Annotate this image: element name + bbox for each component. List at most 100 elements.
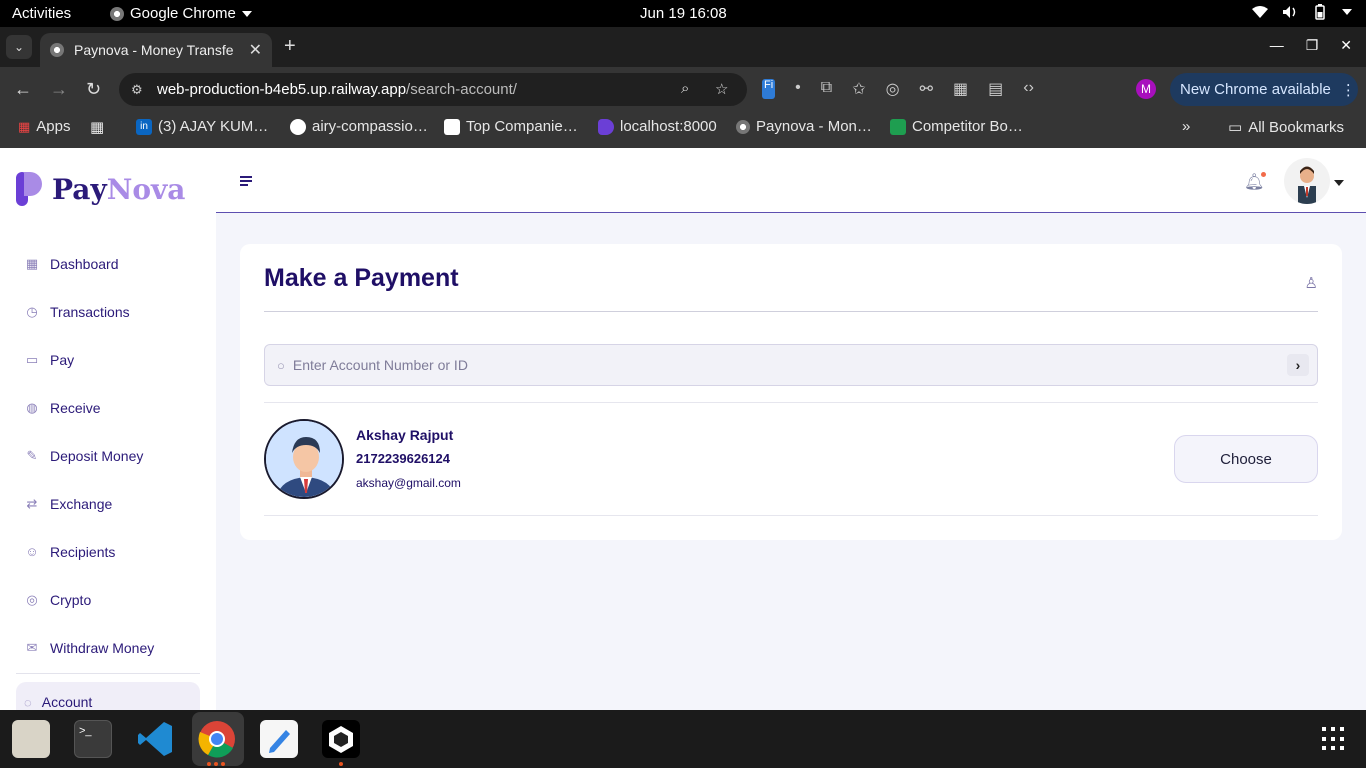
profile-avatar[interactable]: M — [1136, 79, 1156, 99]
sheets-icon — [890, 118, 906, 135]
bookmark-linkedin[interactable]: in (3) AJAY KUM… — [136, 118, 268, 135]
page-title: Make a Payment — [264, 264, 459, 292]
all-bookmarks[interactable]: ▭ All Bookmarks — [1228, 118, 1344, 137]
volume-icon — [1283, 6, 1296, 18]
code-icon[interactable]: ‹› — [1023, 79, 1034, 99]
badge-icon[interactable]: ♙ — [1305, 274, 1318, 292]
sidebar-item-withdraw-money[interactable]: ✉ Withdraw Money — [0, 624, 216, 672]
bookmark-top-companies[interactable]: Top Companie… — [444, 118, 578, 135]
sidebar-menu: ▦ Dashboard ◷ Transactions ▭ Pay ◍ Recei… — [0, 240, 216, 672]
bookmark-airy[interactable]: airy-compassio… — [290, 118, 428, 135]
vscode-app-icon[interactable] — [136, 720, 174, 758]
files-app-icon[interactable] — [12, 720, 50, 758]
bookmark-localhost[interactable]: localhost:8000 — [598, 118, 717, 135]
system-tray[interactable] — [1252, 4, 1352, 20]
kebab-menu-icon: ⋮ — [1340, 81, 1356, 99]
running-indicator — [207, 762, 225, 766]
user-avatar[interactable] — [1284, 158, 1330, 204]
new-tab-button[interactable]: + — [284, 35, 296, 58]
logo-text-pay: Pay — [52, 172, 107, 206]
hamburger-menu-icon[interactable] — [240, 176, 252, 188]
account-icon: ◌ — [24, 694, 32, 710]
back-icon[interactable]: ← — [14, 79, 32, 100]
sidebar-item-receive[interactable]: ◍ Receive — [0, 384, 216, 432]
screenshot-icon[interactable]: ◎ — [886, 79, 900, 99]
bookmark-grid[interactable]: ▦ — [90, 118, 104, 136]
qr-icon[interactable]: ▦ — [953, 79, 968, 99]
sidebar-item-crypto[interactable]: ◎ Crypto — [0, 576, 216, 624]
layout-icon[interactable]: ▤ — [988, 79, 1003, 99]
extensions-puzzle-icon[interactable]: ⧉ — [821, 79, 832, 99]
zoom-icon[interactable]: ⌕ — [681, 80, 689, 97]
chrome-app-icon[interactable] — [198, 720, 236, 758]
recipient-email: akshay@gmail.com — [356, 476, 461, 490]
app-menu-label: Google Chrome — [130, 5, 236, 22]
bookmark-paynova[interactable]: Paynova - Mon… — [736, 118, 872, 135]
url-host: web-production-b4eb5.up.railway.app — [157, 81, 407, 98]
unity-app-icon[interactable] — [322, 720, 360, 758]
history-icon: ◷ — [26, 304, 38, 319]
logo-text: PayNova — [52, 173, 185, 206]
choose-button[interactable]: Choose — [1174, 435, 1318, 483]
maximize-icon[interactable]: ❐ — [1306, 37, 1319, 54]
site-icon — [290, 118, 306, 135]
sidebar-item-label: Deposit Money — [50, 448, 144, 464]
search-submit-chevron-icon[interactable]: › — [1287, 354, 1309, 376]
minimize-icon[interactable]: — — [1270, 37, 1284, 54]
sidebar-item-label: Pay — [50, 352, 75, 368]
exchange-icon: ⇄ — [26, 496, 38, 511]
battery-icon — [1315, 4, 1325, 20]
pay-icon: ▭ — [25, 352, 39, 367]
close-icon[interactable]: ✕ — [249, 40, 262, 60]
sidebar-item-label: Receive — [50, 400, 101, 416]
bookmarks-overflow-icon[interactable]: » — [1182, 118, 1190, 135]
extension-fi-icon[interactable]: Fi — [762, 79, 776, 99]
wifi-icon — [1252, 6, 1268, 18]
bookmark-label: Apps — [36, 118, 71, 135]
chevron-down-icon[interactable] — [1334, 180, 1344, 186]
forward-icon[interactable]: → — [50, 79, 68, 100]
notification-bell-icon[interactable]: 🔔︎ — [1244, 172, 1267, 192]
url-path: /search-account/ — [406, 81, 517, 98]
globe-icon — [50, 43, 64, 57]
sidebar-item-dashboard[interactable]: ▦ Dashboard — [0, 240, 216, 288]
reload-icon[interactable]: ↻ — [86, 79, 101, 100]
tab-search-button[interactable]: ⌄ — [6, 35, 32, 59]
show-apps-grid-icon[interactable] — [1322, 727, 1346, 751]
extension-dot-icon[interactable]: • — [795, 79, 801, 99]
apps-grid-icon: ▦ — [18, 118, 31, 134]
bookmark-star-icon[interactable]: ☆ — [715, 80, 728, 98]
sidebar-item-deposit-money[interactable]: ✎ Deposit Money — [0, 432, 216, 480]
clock[interactable]: Jun 19 16:08 — [640, 5, 727, 22]
browser-tab-active[interactable]: Paynova - Money Transfe ✕ — [40, 33, 272, 67]
recipient-name: Akshay Rajput — [356, 427, 454, 443]
sidebar-item-transactions[interactable]: ◷ Transactions — [0, 288, 216, 336]
activities-button[interactable]: Activities — [12, 5, 71, 22]
favorites-icon[interactable]: ✩ — [852, 79, 865, 99]
site-info-icon[interactable]: ⚙ — [131, 82, 143, 98]
link-icon[interactable]: ⚯ — [920, 79, 933, 99]
sidebar-item-recipients[interactable]: ☺ Recipients — [0, 528, 216, 576]
sidebar-item-exchange[interactable]: ⇄ Exchange — [0, 480, 216, 528]
app-menu[interactable]: Google Chrome — [110, 5, 252, 22]
address-bar[interactable]: ⚙ web-production-b4eb5.up.railway.app/se… — [119, 73, 747, 106]
sidebar-item-label: Account — [41, 694, 93, 710]
text-editor-app-icon[interactable] — [260, 720, 298, 758]
chrome-update-button[interactable]: New Chrome available ⋮ — [1170, 73, 1358, 106]
close-window-icon[interactable]: ✕ — [1340, 37, 1352, 54]
bookmark-competitor[interactable]: Competitor Bo… — [890, 118, 1023, 135]
page-header: 🔔︎ — [216, 148, 1366, 213]
sidebar-item-pay[interactable]: ▭ Pay — [0, 336, 216, 384]
account-search-input[interactable] — [292, 357, 1287, 373]
sidebar-item-account[interactable]: ◌ Account — [16, 682, 200, 710]
update-label: New Chrome available — [1180, 81, 1331, 98]
logo-mark-icon — [16, 172, 44, 206]
system-top-bar: Activities Google Chrome Jun 19 16:08 — [0, 0, 1366, 27]
sidebar-item-label: Transactions — [50, 304, 130, 320]
bookmark-label: localhost:8000 — [620, 118, 717, 135]
paynova-logo[interactable]: PayNova — [16, 172, 185, 206]
terminal-app-icon[interactable]: >_ — [74, 720, 112, 758]
chevron-down-icon — [241, 10, 252, 17]
bookmark-apps[interactable]: ▦ Apps — [18, 118, 71, 135]
bookmarks-bar: ▦ Apps ▦ in (3) AJAY KUM… airy-compassio… — [0, 112, 1366, 148]
